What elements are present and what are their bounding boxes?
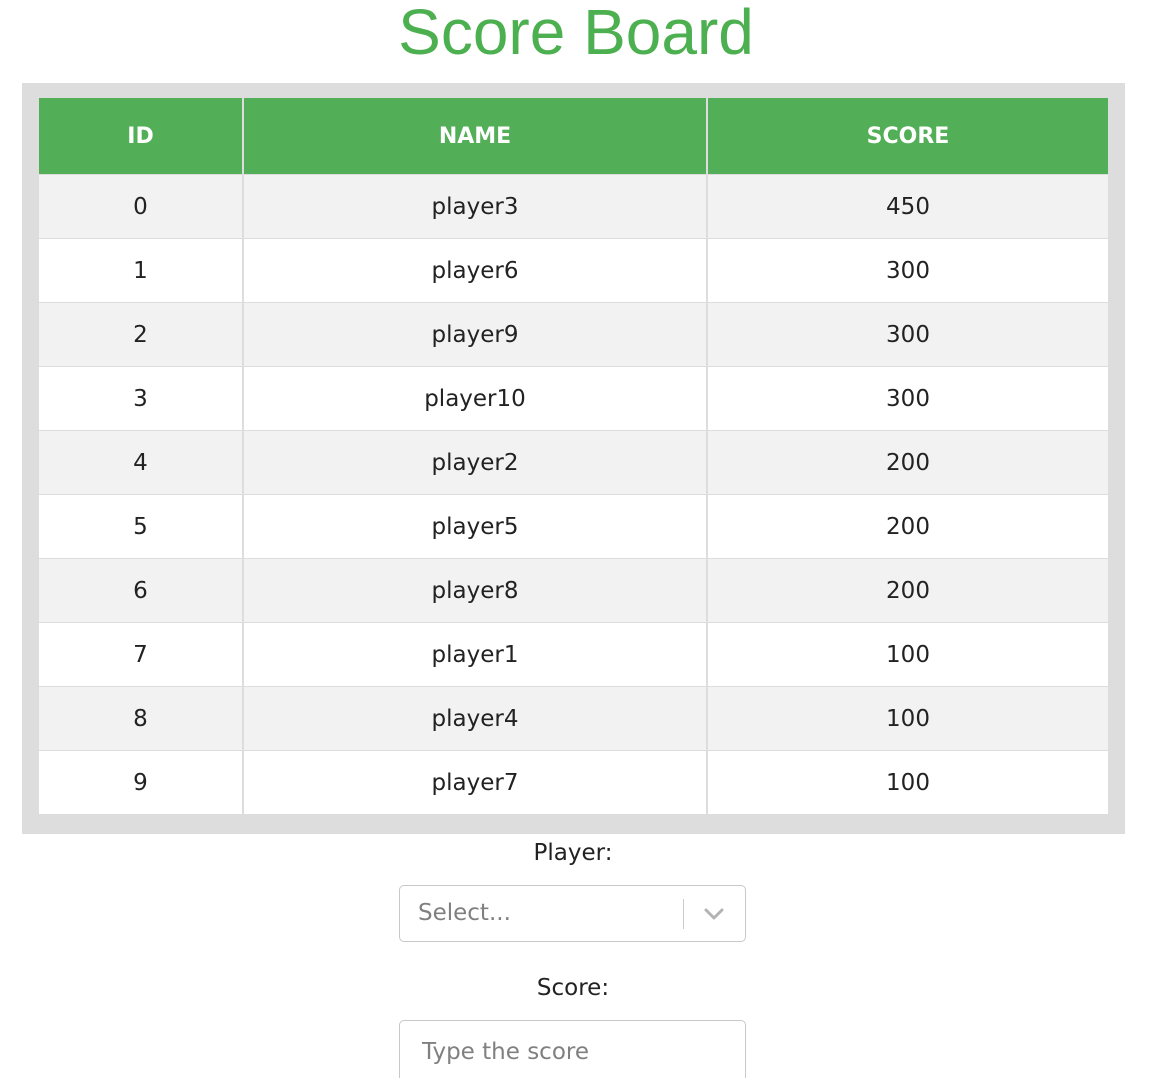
cell-score: 200 <box>707 494 1108 559</box>
page-title: Score Board <box>398 0 754 68</box>
cell-id: 6 <box>39 558 244 623</box>
cell-score: 200 <box>707 430 1108 495</box>
cell-id: 5 <box>39 494 244 559</box>
select-separator <box>683 899 684 929</box>
cell-id: 8 <box>39 686 244 751</box>
cell-score: 450 <box>707 174 1108 239</box>
cell-name: player5 <box>243 494 708 559</box>
table-row: 6 player8 200 <box>39 558 1108 623</box>
score-input[interactable] <box>399 1020 746 1078</box>
chevron-down-icon-graphic <box>704 908 724 920</box>
player-label: Player: <box>533 840 613 866</box>
table-header-row: ID NAME SCORE <box>39 98 1108 175</box>
table-row: 8 player4 100 <box>39 686 1108 751</box>
table-row: 3 player10 300 <box>39 366 1108 431</box>
cell-name: player1 <box>243 622 708 687</box>
table-row: 0 player3 450 <box>39 174 1108 239</box>
table-row: 9 player7 100 <box>39 750 1108 814</box>
score-board-page: Score Board ID NAME SCORE 0 player3 450 <box>0 0 1152 1078</box>
table-row: 1 player6 300 <box>39 238 1108 303</box>
score-label: Score: <box>536 975 610 1001</box>
cell-score: 300 <box>707 238 1108 303</box>
cell-score: 100 <box>707 686 1108 751</box>
player-select[interactable]: Select... <box>399 885 746 942</box>
cell-name: player2 <box>243 430 708 495</box>
cell-score: 200 <box>707 558 1108 623</box>
table-row: 4 player2 200 <box>39 430 1108 495</box>
score-table-frame: ID NAME SCORE 0 player3 450 1 player6 30… <box>22 83 1125 834</box>
table-row: 2 player9 300 <box>39 302 1108 367</box>
cell-id: 9 <box>39 750 244 814</box>
table-row: 7 player1 100 <box>39 622 1108 687</box>
column-header-name[interactable]: NAME <box>243 98 708 175</box>
cell-id: 7 <box>39 622 244 687</box>
cell-score: 100 <box>707 622 1108 687</box>
player-select-placeholder: Select... <box>418 900 511 926</box>
cell-id: 1 <box>39 238 244 303</box>
score-table: ID NAME SCORE 0 player3 450 1 player6 30… <box>39 98 1108 814</box>
cell-name: player10 <box>243 366 708 431</box>
cell-name: player3 <box>243 174 708 239</box>
column-header-score[interactable]: SCORE <box>707 98 1108 175</box>
cell-name: player9 <box>243 302 708 367</box>
column-header-id[interactable]: ID <box>39 98 244 175</box>
chevron-down-icon[interactable] <box>702 904 726 924</box>
cell-id: 4 <box>39 430 244 495</box>
cell-name: player6 <box>243 238 708 303</box>
table-row: 5 player5 200 <box>39 494 1108 559</box>
cell-name: player8 <box>243 558 708 623</box>
cell-id: 2 <box>39 302 244 367</box>
cell-name: player7 <box>243 750 708 814</box>
cell-score: 300 <box>707 302 1108 367</box>
cell-id: 3 <box>39 366 244 431</box>
cell-score: 100 <box>707 750 1108 814</box>
cell-id: 0 <box>39 174 244 239</box>
cell-score: 300 <box>707 366 1108 431</box>
cell-name: player4 <box>243 686 708 751</box>
